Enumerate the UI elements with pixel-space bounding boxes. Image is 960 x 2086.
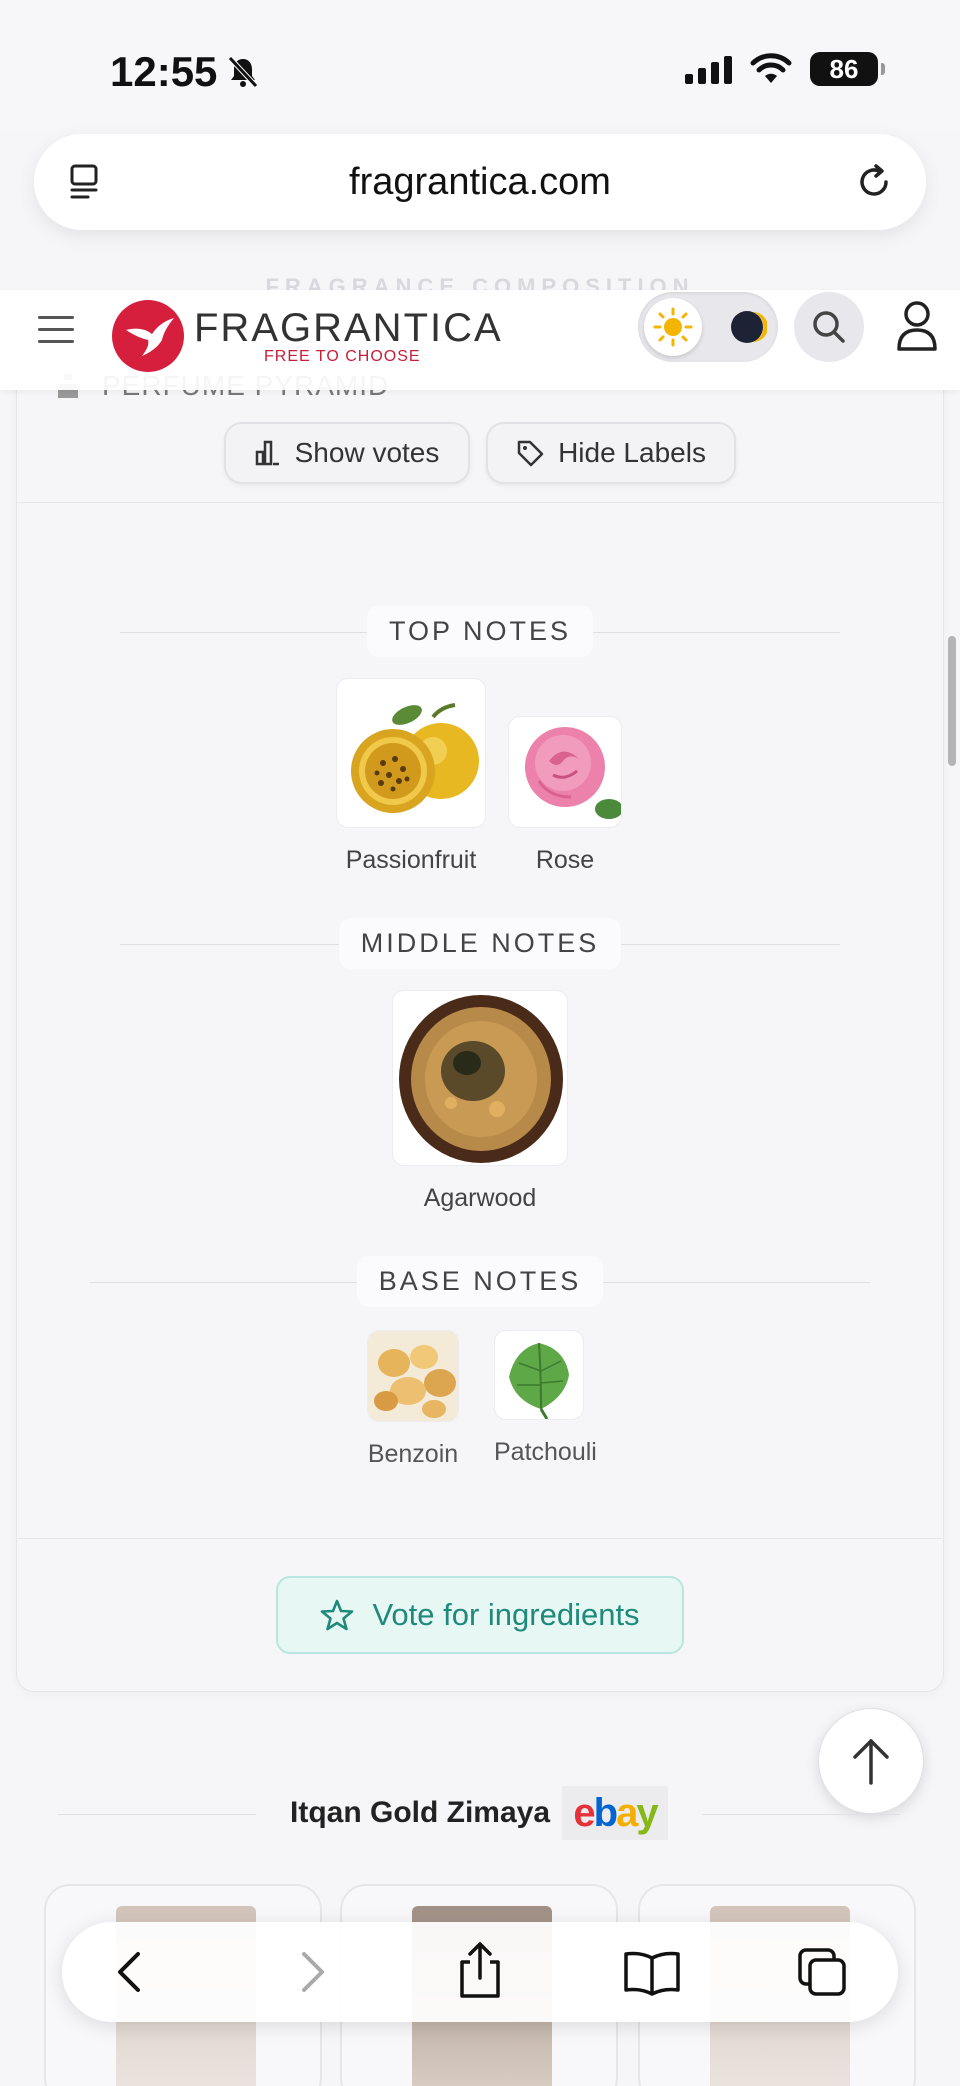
note-benzoin[interactable]: Benzoin	[366, 1330, 460, 1469]
divider	[16, 1538, 944, 1539]
arrow-up-icon	[853, 1739, 889, 1785]
show-votes-button[interactable]: Show votes	[224, 422, 470, 484]
note-agarwood[interactable]: Agarwood	[392, 990, 568, 1213]
reload-icon[interactable]	[852, 160, 896, 204]
bookmarks-icon[interactable]	[622, 1946, 682, 1998]
note-name: Rose	[535, 846, 595, 874]
agarwood-image	[392, 990, 568, 1166]
base-notes-label: BASE NOTES	[356, 1256, 604, 1307]
show-votes-label: Show votes	[294, 437, 440, 468]
hide-labels-label: Hide Labels	[558, 437, 706, 468]
cellular-signal-icon	[685, 54, 732, 84]
tag-icon	[517, 440, 544, 467]
address-bar[interactable]: fragrantica.com	[34, 134, 926, 230]
vote-for-ingredients-button[interactable]: Vote for ingredients	[276, 1576, 684, 1654]
hide-labels-button[interactable]: Hide Labels	[486, 422, 736, 484]
middle-notes-label: MIDDLE NOTES	[338, 918, 622, 969]
top-notes-label: TOP NOTES	[366, 606, 594, 657]
patchouli-image	[494, 1330, 584, 1420]
page-scrollbar[interactable]	[948, 636, 956, 766]
moon-icon	[731, 311, 767, 343]
forward-icon[interactable]	[284, 1946, 336, 1998]
top-notes-heading: TOP NOTES	[0, 606, 960, 657]
user-account-icon[interactable]	[896, 300, 938, 352]
vote-button-label: Vote for ingredients	[372, 1597, 640, 1632]
dark-mode-button[interactable]	[726, 306, 768, 348]
note-passionfruit[interactable]: Passionfruit	[336, 678, 486, 875]
hummingbird-icon	[126, 318, 174, 356]
status-time: 12:55	[110, 48, 259, 96]
note-name: Agarwood	[423, 1184, 537, 1212]
star-icon	[321, 1599, 354, 1631]
theme-toggle[interactable]	[638, 292, 778, 362]
battery-level: 86	[829, 53, 859, 84]
passionfruit-image	[336, 678, 486, 828]
search-icon	[813, 311, 845, 343]
search-button[interactable]	[794, 292, 864, 362]
clock-text: 12:55	[110, 48, 218, 95]
fragrantica-logo-mark[interactable]	[112, 300, 184, 372]
tabs-icon[interactable]	[796, 1946, 848, 1998]
base-notes-heading: BASE NOTES	[0, 1256, 960, 1307]
benzoin-image	[367, 1330, 459, 1422]
share-icon[interactable]	[454, 1940, 506, 2000]
note-name: Benzoin	[367, 1440, 459, 1468]
back-icon[interactable]	[106, 1946, 158, 1998]
wifi-icon	[750, 53, 792, 83]
light-mode-button[interactable]	[644, 298, 702, 356]
browser-toolbar	[62, 1922, 898, 2022]
logo-text[interactable]: FRAGRANTICA	[194, 306, 503, 351]
menu-icon[interactable]	[38, 316, 74, 344]
bell-off-icon	[228, 56, 259, 88]
scroll-to-top-button[interactable]	[818, 1708, 924, 1814]
bar-chart-icon	[255, 440, 279, 466]
battery-indicator: 86	[810, 52, 885, 86]
logo-tagline: FREE TO CHOOSE	[264, 348, 421, 365]
ebay-product-name: Itqan Gold Zimaya	[290, 1796, 551, 1829]
note-patchouli[interactable]: Patchouli	[494, 1330, 597, 1467]
status-indicators: 86	[685, 52, 885, 86]
page-menu-icon[interactable]	[66, 162, 106, 202]
rose-image	[508, 716, 622, 828]
note-name: Passionfruit	[345, 846, 477, 874]
divider	[16, 502, 944, 503]
note-name: Patchouli	[494, 1438, 597, 1466]
ebay-logo[interactable]: ebay	[562, 1786, 668, 1840]
status-bar: 12:55 86	[0, 0, 960, 130]
sun-icon	[653, 307, 693, 347]
url-text[interactable]: fragrantica.com	[349, 161, 611, 204]
note-rose[interactable]: Rose	[508, 716, 622, 875]
middle-notes-heading: MIDDLE NOTES	[0, 918, 960, 969]
